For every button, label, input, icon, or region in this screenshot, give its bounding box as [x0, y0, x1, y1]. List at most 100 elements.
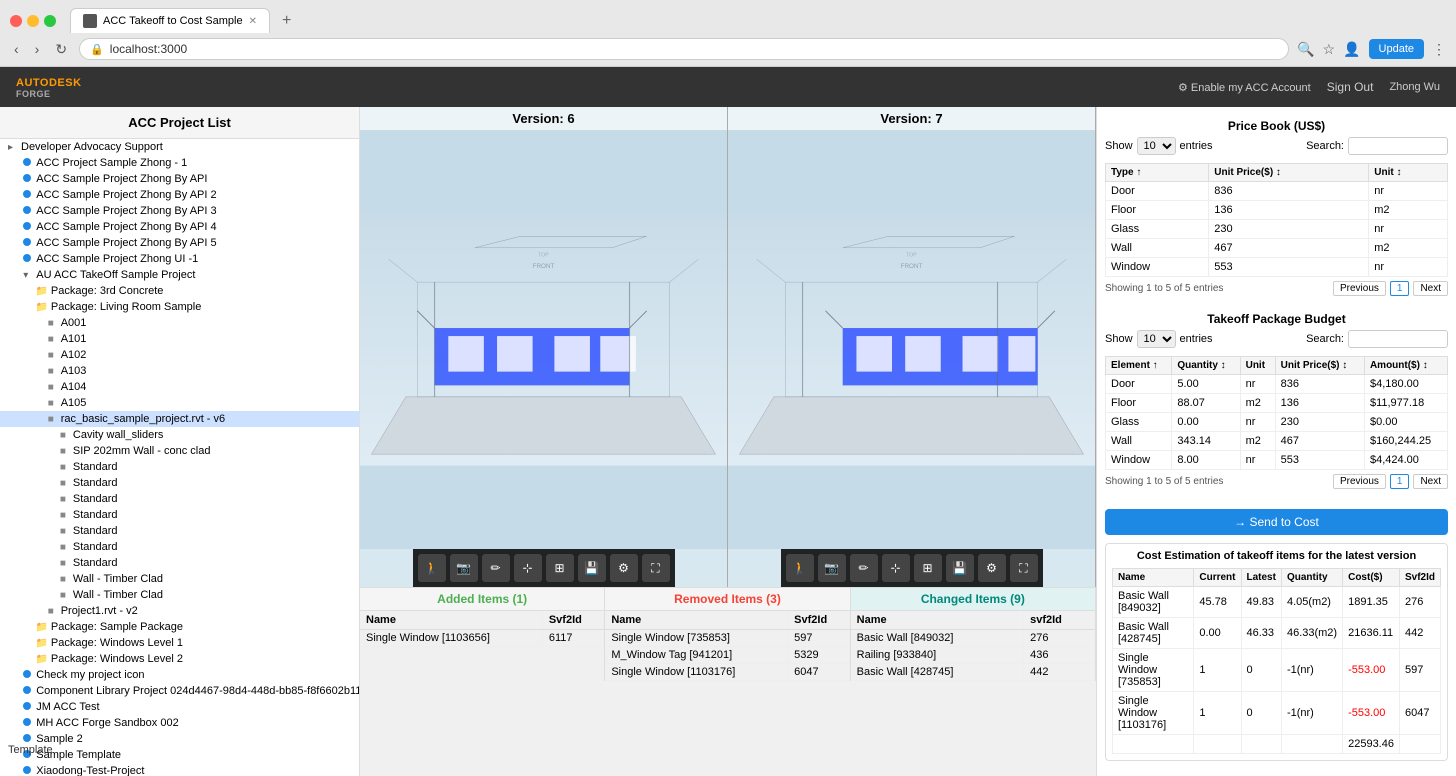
- price-book-next[interactable]: Next: [1413, 281, 1448, 296]
- entries-select-price[interactable]: 10 25 50: [1137, 137, 1176, 155]
- sidebar-item[interactable]: Sample 2: [0, 731, 359, 747]
- price-book-pager: Previous 1 Next: [1333, 281, 1448, 296]
- sidebar-item[interactable]: ▸ Developer Advocacy Support: [0, 139, 359, 155]
- search-box-budget: Search:: [1306, 330, 1448, 348]
- sidebar-item[interactable]: ■ A101: [0, 331, 359, 347]
- sidebar-item[interactable]: 📁 Package: 3rd Concrete: [0, 283, 359, 299]
- changed-table: Name svf2Id Basic Wall [849032]276Railin…: [851, 611, 1095, 681]
- sidebar-item[interactable]: ■ A103: [0, 363, 359, 379]
- menu-icon[interactable]: ⋮: [1432, 41, 1446, 58]
- browser-tab[interactable]: ACC Takeoff to Cost Sample ✕: [70, 8, 270, 33]
- sidebar-item[interactable]: ■ Wall - Timber Clad: [0, 571, 359, 587]
- cost-estimation-table: Name Current Latest Quantity Cost($) Svf…: [1112, 568, 1441, 754]
- tb-col-amount: Amount($) ↕: [1364, 357, 1447, 375]
- sidebar-item[interactable]: ■ Standard: [0, 475, 359, 491]
- search-input-budget[interactable]: [1348, 330, 1448, 348]
- sidebar-item[interactable]: Check my project icon: [0, 667, 359, 683]
- save-icon-btn-left[interactable]: 💾: [578, 554, 606, 582]
- sidebar-item[interactable]: ■ rac_basic_sample_project.rvt - v6: [0, 411, 359, 427]
- takeoff-budget-prev[interactable]: Previous: [1333, 474, 1386, 489]
- maximize-dot[interactable]: [44, 15, 56, 27]
- sidebar-item[interactable]: ACC Project Sample Zhong - 1: [0, 155, 359, 171]
- price-book-controls: Show 10 25 50 entries Search:: [1105, 137, 1448, 159]
- sidebar-item[interactable]: ■ Standard: [0, 539, 359, 555]
- back-button[interactable]: ‹: [10, 39, 23, 59]
- autodesk-logo: AUTODESKFORGE: [16, 75, 82, 99]
- pb-cell-price: 230: [1209, 220, 1369, 239]
- sidebar-item[interactable]: ■ Cavity wall_sliders: [0, 427, 359, 443]
- edit-icon-btn-right[interactable]: ✏: [850, 554, 878, 582]
- sign-out-button[interactable]: Sign Out: [1327, 80, 1374, 94]
- sidebar-item[interactable]: Xiaodong-Test-Project: [0, 763, 359, 776]
- address-bar[interactable]: 🔒 localhost:3000: [79, 38, 1289, 60]
- sidebar-item[interactable]: ■ Standard: [0, 507, 359, 523]
- sidebar-item[interactable]: ACC Sample Project Zhong By API 3: [0, 203, 359, 219]
- grid-icon-btn-right[interactable]: ⊞: [914, 554, 942, 582]
- grid-icon-btn-left[interactable]: ⊞: [546, 554, 574, 582]
- sidebar-item[interactable]: 📁 Package: Windows Level 2: [0, 651, 359, 667]
- settings-icon-btn-left[interactable]: ⚙: [610, 554, 638, 582]
- select-icon-btn-left[interactable]: ⊹: [514, 554, 542, 582]
- forward-button[interactable]: ›: [31, 39, 44, 59]
- minimize-dot[interactable]: [27, 15, 39, 27]
- tb-cell-price: 553: [1275, 451, 1364, 470]
- sidebar-item[interactable]: ▾ AU ACC TakeOff Sample Project: [0, 267, 359, 283]
- sidebar-item[interactable]: Sample Template: [0, 747, 359, 763]
- sidebar-item[interactable]: JM ACC Test: [0, 699, 359, 715]
- add-tab-button[interactable]: +: [276, 12, 297, 30]
- sidebar-item[interactable]: 📁 Package: Sample Package: [0, 619, 359, 635]
- sidebar-item[interactable]: ■ Project1.rvt - v2: [0, 603, 359, 619]
- send-to-cost-button[interactable]: → Send to Cost: [1105, 509, 1448, 535]
- sidebar-item[interactable]: ACC Sample Project Zhong By API 2: [0, 187, 359, 203]
- right-panel: Price Book (US$) Show 10 25 50 entries S…: [1096, 107, 1456, 776]
- sidebar-item[interactable]: ACC Sample Project Zhong By API 4: [0, 219, 359, 235]
- sidebar-item[interactable]: ACC Sample Project Zhong By API: [0, 171, 359, 187]
- sidebar-item[interactable]: ■ Standard: [0, 555, 359, 571]
- close-dot[interactable]: [10, 15, 22, 27]
- enable-acc-link[interactable]: ⚙ Enable my ACC Account: [1178, 81, 1311, 94]
- sidebar-item[interactable]: MH ACC Forge Sandbox 002: [0, 715, 359, 731]
- price-book-table: Type ↑ Unit Price($) ↕ Unit ↕ Door836nrF…: [1105, 163, 1448, 277]
- fullscreen-icon-btn-right[interactable]: ⛶: [1010, 554, 1038, 582]
- sidebar-item[interactable]: ACC Sample Project Zhong UI -1: [0, 251, 359, 267]
- tab-close-button[interactable]: ✕: [249, 16, 257, 27]
- pb-cell-type: Window: [1106, 258, 1209, 277]
- sidebar-item[interactable]: ■ Standard: [0, 459, 359, 475]
- update-button[interactable]: Update: [1369, 39, 1424, 59]
- sidebar-item[interactable]: ACC Sample Project Zhong By API 5: [0, 235, 359, 251]
- select-icon-btn-right[interactable]: ⊹: [882, 554, 910, 582]
- reload-button[interactable]: ↻: [51, 39, 71, 60]
- edit-icon-btn-left[interactable]: ✏: [482, 554, 510, 582]
- sidebar-item[interactable]: 📁 Package: Windows Level 1: [0, 635, 359, 651]
- sidebar-item[interactable]: ■ Standard: [0, 523, 359, 539]
- price-book-prev[interactable]: Previous: [1333, 281, 1386, 296]
- tb-cell-element: Glass: [1106, 413, 1172, 432]
- settings-icon-btn-right[interactable]: ⚙: [978, 554, 1006, 582]
- entries-select-budget[interactable]: 10 25 50: [1137, 330, 1176, 348]
- fullscreen-icon-btn-left[interactable]: ⛶: [642, 554, 670, 582]
- sidebar-item[interactable]: ■ Wall - Timber Clad: [0, 587, 359, 603]
- takeoff-budget-next[interactable]: Next: [1413, 474, 1448, 489]
- person-icon-btn-right[interactable]: 🚶: [786, 554, 814, 582]
- search-label-budget: Search:: [1306, 333, 1344, 345]
- bookmark-icon[interactable]: ☆: [1323, 41, 1336, 58]
- show-label-price: Show: [1105, 140, 1133, 152]
- tb-cell-element: Door: [1106, 375, 1172, 394]
- person-icon-btn-left[interactable]: 🚶: [418, 554, 446, 582]
- sidebar-item[interactable]: ■ A104: [0, 379, 359, 395]
- sidebar-item[interactable]: ■ A001: [0, 315, 359, 331]
- sidebar-item[interactable]: ■ SIP 202mm Wall - conc clad: [0, 443, 359, 459]
- search-icon[interactable]: 🔍: [1297, 41, 1314, 58]
- sidebar-item[interactable]: ■ A102: [0, 347, 359, 363]
- camera-icon-btn-right[interactable]: 📷: [818, 554, 846, 582]
- sidebar-item[interactable]: ■ Standard: [0, 491, 359, 507]
- sidebar-item[interactable]: Component Library Project 024d4467-98d4-…: [0, 683, 359, 699]
- camera-icon-btn-left[interactable]: 📷: [450, 554, 478, 582]
- save-icon-btn-right[interactable]: 💾: [946, 554, 974, 582]
- viewer-container: Version: 6: [360, 107, 1096, 587]
- profile-icon[interactable]: 👤: [1343, 41, 1360, 58]
- pb-cell-price: 136: [1209, 201, 1369, 220]
- sidebar-item[interactable]: 📁 Package: Living Room Sample: [0, 299, 359, 315]
- sidebar-item[interactable]: ■ A105: [0, 395, 359, 411]
- search-input-price[interactable]: [1348, 137, 1448, 155]
